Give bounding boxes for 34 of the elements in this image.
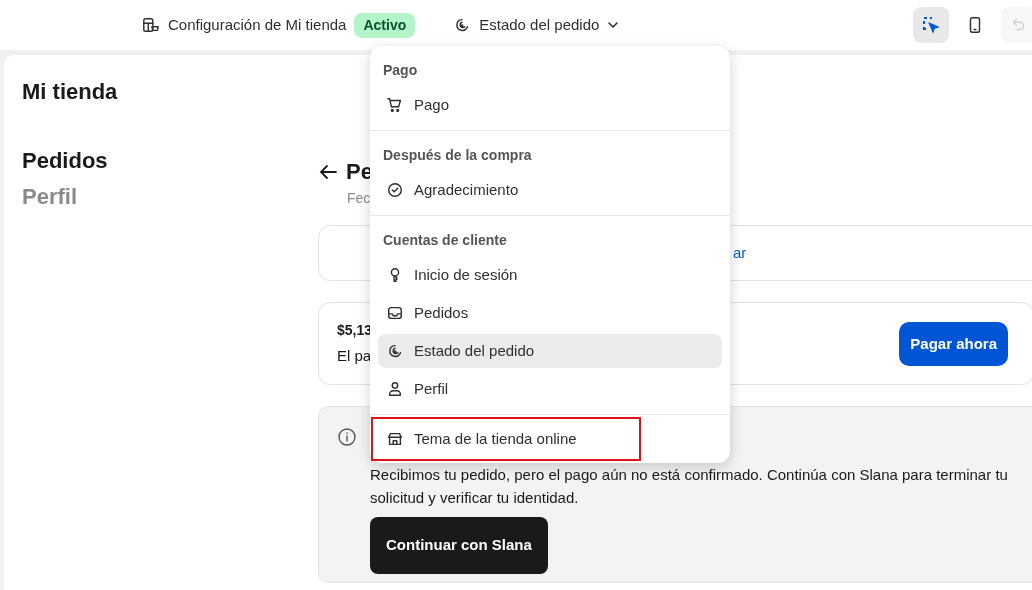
menu-item[interactable]: Perfil (378, 372, 722, 406)
menu-section-heading: Pago (382, 61, 419, 80)
store-name: Mi tienda (22, 79, 118, 106)
cart-icon (386, 96, 404, 114)
payment-note: El pa (337, 346, 373, 367)
menu-section-heading: Cuentas de cliente (382, 231, 508, 250)
pay-now-button[interactable]: Pagar ahora (899, 321, 1008, 367)
spiral-icon (386, 342, 404, 360)
menu-item[interactable]: Estado del pedido (378, 334, 722, 368)
menu-item[interactable]: Agradecimiento (378, 173, 722, 207)
notice-text: Recibimos tu pedido, pero el pago aún no está confirmado. Continúa con Slana para terminar tu solicitud y verificar tu identidad. (370, 465, 1009, 509)
check-circle-icon (386, 181, 404, 199)
store-icon (386, 430, 404, 448)
back-arrow-icon[interactable] (318, 163, 338, 180)
menu-item[interactable]: Inicio de sesión (378, 258, 722, 292)
person-icon (386, 380, 404, 398)
order-date: Fec (347, 189, 371, 209)
store-settings-icon (142, 16, 160, 34)
side-nav-item[interactable]: Pedidos (22, 143, 318, 180)
select-tool-button[interactable] (913, 7, 949, 43)
inbox-icon (386, 304, 404, 322)
menu-item[interactable]: Pago (378, 88, 722, 122)
menu-item[interactable]: Tema de la tienda online (373, 419, 639, 459)
page-selector[interactable]: Estado del pedido (453, 13, 620, 37)
menu-section-heading: Después de la compra (382, 146, 533, 165)
menu-item[interactable]: Pedidos (378, 296, 722, 330)
order-amount: $5,13 (337, 321, 373, 341)
select-cursor-icon (921, 15, 941, 35)
info-icon (337, 427, 357, 448)
card-link[interactable]: ar (733, 242, 747, 265)
status-badge: Activo (354, 12, 416, 38)
continue-button[interactable]: Continuar con Slana (370, 517, 548, 574)
store-title: Configuración de Mi tienda (168, 14, 347, 35)
chevron-icon (607, 21, 620, 29)
